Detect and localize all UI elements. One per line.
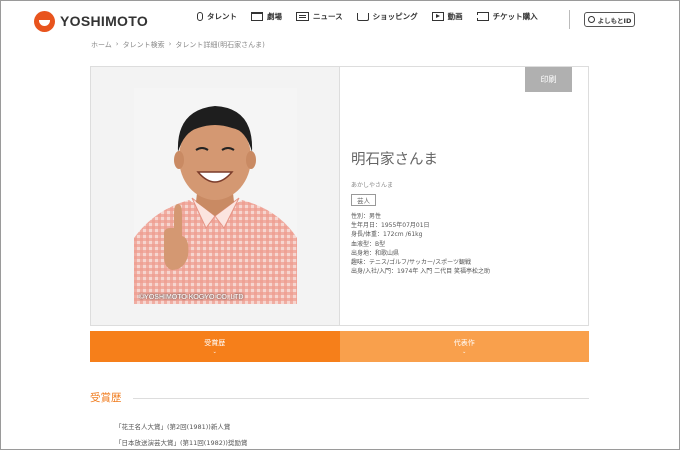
info-hobbies: 趣味：テニス/ゴルフ/サッカー/スポーツ観戦 bbox=[351, 259, 471, 267]
talent-portrait-image bbox=[134, 88, 297, 304]
yoshimoto-id-login-button[interactable]: よしもとID bbox=[584, 12, 635, 27]
breadcrumb-separator-icon: › bbox=[168, 40, 172, 48]
microphone-icon bbox=[197, 12, 203, 21]
chevron-down-icon: ⌄ bbox=[462, 349, 467, 355]
logo-text: YOSHIMOTO bbox=[60, 13, 149, 29]
nav-divider bbox=[569, 10, 570, 29]
photo-copyright: ©YOSHIMOTO KOGYO CO.,LTD bbox=[139, 294, 244, 301]
stage-icon bbox=[251, 12, 263, 21]
news-icon bbox=[296, 12, 309, 21]
logo-mark-icon bbox=[34, 10, 55, 32]
info-blood-type: 血液型：B型 bbox=[351, 240, 386, 248]
login-label: よしもとID bbox=[597, 16, 632, 25]
talent-profile-card: ©YOSHIMOTO KOGYO CO.,LTD 印刷 明石家さんま あかしやさ… bbox=[90, 66, 589, 326]
profile-tabs: 受賞歴 ⌄ 代表作 ⌄ bbox=[90, 331, 589, 362]
cart-icon bbox=[356, 12, 369, 21]
site-header: YOSHIMOTO タレント 劇場 ニュース ショッピング 動画 チケット購入 bbox=[1, 1, 679, 35]
info-debut: 出身/入社/入門：1974年 入門 二代目 笑福亭松之助 bbox=[351, 268, 491, 276]
nav-theater[interactable]: 劇場 bbox=[251, 11, 282, 22]
breadcrumb-talent-search[interactable]: タレント検索 bbox=[123, 40, 165, 50]
nav-video-label: 動画 bbox=[447, 12, 463, 21]
tab-representative-works[interactable]: 代表作 ⌄ bbox=[339, 331, 589, 362]
info-hometown: 出身地：和歌山県 bbox=[351, 249, 400, 257]
tab-works-label: 代表作 bbox=[453, 339, 475, 347]
award-item: 「花王名人大賞」(第2回(1981))新人賞 bbox=[115, 423, 231, 431]
breadcrumb: ホーム › タレント検索 › タレント詳細(明石家さんま) bbox=[91, 40, 265, 50]
nav-news[interactable]: ニュース bbox=[296, 11, 343, 22]
breadcrumb-current: タレント詳細(明石家さんま) bbox=[175, 41, 265, 49]
info-birthdate: 生年月日：1955年07月01日 bbox=[351, 222, 430, 230]
info-height-weight: 身長/体重：172cm /61kg bbox=[351, 231, 423, 239]
main-nav: タレント 劇場 ニュース ショッピング 動画 チケット購入 bbox=[197, 11, 552, 22]
talent-name: 明石家さんま bbox=[351, 152, 438, 168]
nav-theater-label: 劇場 bbox=[267, 12, 282, 21]
nav-ticket[interactable]: チケット購入 bbox=[476, 11, 538, 22]
nav-news-label: ニュース bbox=[313, 12, 343, 21]
talent-photo: ©YOSHIMOTO KOGYO CO.,LTD bbox=[134, 88, 297, 304]
nav-video[interactable]: 動画 bbox=[431, 11, 463, 22]
info-gender: 性別：男性 bbox=[351, 213, 382, 220]
awards-list: 「花王名人大賞」(第2回(1981))新人賞 「日本放送演芸大賞」(第11回(1… bbox=[115, 419, 247, 450]
section-divider bbox=[133, 398, 589, 399]
ticket-icon bbox=[476, 12, 489, 21]
chevron-down-icon: ⌄ bbox=[212, 349, 217, 355]
nav-talent[interactable]: タレント bbox=[197, 11, 237, 22]
talent-name-kana: あかしやさんま bbox=[351, 182, 393, 189]
tab-awards[interactable]: 受賞歴 ⌄ bbox=[90, 331, 340, 362]
nav-ticket-label: チケット購入 bbox=[492, 12, 538, 21]
print-button[interactable]: 印刷 bbox=[525, 67, 572, 92]
yoshimoto-logo[interactable]: YOSHIMOTO bbox=[34, 10, 148, 32]
award-item: 「日本放送演芸大賞」(第11回(1982))奨励賞 bbox=[115, 439, 248, 447]
nav-shopping[interactable]: ショッピング bbox=[356, 11, 418, 22]
video-icon bbox=[431, 12, 444, 21]
tab-awards-label: 受賞歴 bbox=[204, 339, 226, 347]
user-icon bbox=[587, 16, 595, 23]
breadcrumb-home[interactable]: ホーム bbox=[91, 40, 112, 50]
profile-photo-panel: ©YOSHIMOTO KOGYO CO.,LTD bbox=[91, 67, 340, 325]
talent-category-tag: 芸人 bbox=[351, 194, 376, 206]
breadcrumb-separator-icon: › bbox=[115, 40, 119, 48]
talent-info-list: 性別：男性 生年月日：1955年07月01日 身長/体重：172cm /61kg… bbox=[351, 212, 490, 276]
nav-shopping-label: ショッピング bbox=[372, 12, 418, 21]
nav-talent-label: タレント bbox=[207, 12, 237, 21]
awards-section-title: 受賞歴 bbox=[90, 392, 122, 404]
